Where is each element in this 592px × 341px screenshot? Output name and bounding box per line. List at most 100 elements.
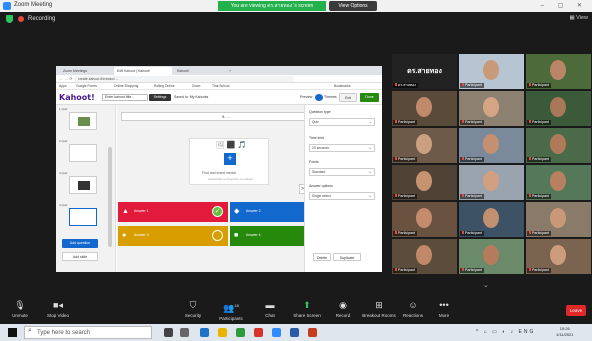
question-item[interactable]: 3 Quiz <box>59 171 107 194</box>
participant-tile[interactable]: Participant <box>526 54 591 89</box>
kahoot-title-input[interactable]: Enter kahoot title... <box>102 94 148 101</box>
leave-button[interactable]: Leave <box>566 305 586 316</box>
themes-icon[interactable] <box>315 94 323 101</box>
shield-icon[interactable] <box>6 15 13 23</box>
question-thumbnail[interactable] <box>69 176 97 194</box>
question-thumbnail[interactable] <box>69 112 97 130</box>
security-button[interactable]: ⛉ Security <box>173 300 213 318</box>
participant-tile[interactable]: Participant <box>526 91 591 126</box>
question-list-scrollbar[interactable] <box>108 147 112 247</box>
browser-tab[interactable]: Edit Kahoot | Kahoot! <box>114 67 172 75</box>
done-button[interactable]: Done <box>360 93 379 102</box>
more-button[interactable]: ••• More <box>424 300 464 318</box>
participant-tile[interactable]: Participant <box>392 91 457 126</box>
browser-tab[interactable]: Zoom Meetings <box>60 67 112 75</box>
time-limit-label: Time limit <box>309 136 324 140</box>
participant-tile[interactable]: Participant <box>459 239 524 274</box>
cortana-icon[interactable] <box>164 328 173 337</box>
add-question-button[interactable]: Add question <box>62 239 98 248</box>
participant-tile[interactable]: Participant <box>459 165 524 200</box>
participant-tile[interactable]: Participant <box>526 202 591 237</box>
word-icon[interactable] <box>290 328 299 337</box>
record-button[interactable]: ◉ Record <box>323 300 363 318</box>
bookmark[interactable]: Online Shopping <box>114 84 138 88</box>
correct-answer-toggle[interactable] <box>212 230 223 241</box>
nav-arrows-icon[interactable]: ← → ⟳ <box>59 76 73 81</box>
window-controls[interactable]: – ▢ ✕ <box>541 2 588 9</box>
taskbar-clock[interactable]: 10:26 1/11/2021 <box>556 326 574 338</box>
exit-button[interactable]: Exit <box>339 93 357 102</box>
windows-start-icon[interactable] <box>8 328 17 337</box>
stop-video-button[interactable]: ■◂ Stop Video <box>38 300 78 318</box>
participant-tile[interactable]: Participant <box>459 128 524 163</box>
participants-button[interactable]: 👥18 Participants <box>211 300 251 321</box>
powerpoint-icon[interactable] <box>308 328 317 337</box>
duplicate-question-button[interactable]: Duplicate <box>333 253 361 261</box>
answer-text[interactable]: Answer 2 <box>246 209 261 213</box>
answer-option[interactable]: ● Answer 3 <box>118 226 228 246</box>
taskbar-search-input[interactable]: Type here to search <box>24 326 152 339</box>
question-item[interactable]: 4 Quiz <box>59 203 107 226</box>
themes-label[interactable]: Themes <box>324 95 337 99</box>
question-item[interactable]: 1 Quiz <box>59 107 107 130</box>
chat-button[interactable]: ▬ Chat <box>250 300 290 318</box>
points-select[interactable]: Standard ⌄ <box>309 168 375 176</box>
thumbnail-image <box>78 117 90 126</box>
kahoot-logo[interactable]: Kahoot! <box>59 93 95 102</box>
view-options-button[interactable]: View Options <box>329 1 377 11</box>
bookmark[interactable]: Thai School <box>212 84 229 88</box>
answer-options-select[interactable]: Single select ⌄ <box>309 192 375 200</box>
answer-option[interactable]: ▲ Answer 1 ✓ <box>118 202 228 222</box>
delete-question-button[interactable]: Delete <box>313 253 331 261</box>
chrome-icon[interactable] <box>236 328 245 337</box>
participant-tile[interactable]: Participant <box>526 128 591 163</box>
participant-video <box>483 97 499 117</box>
time-limit-select[interactable]: 20 seconds ⌄ <box>309 144 375 152</box>
participant-tile[interactable]: Participant <box>392 165 457 200</box>
share-screen-button[interactable]: ⬆ Share Screen <box>287 300 327 318</box>
bookmark[interactable]: Apps <box>59 84 67 88</box>
bookmark[interactable]: Zoom <box>192 84 200 88</box>
participant-tile[interactable]: Participant <box>392 202 457 237</box>
new-tab-button[interactable]: + <box>226 67 236 75</box>
preview-button[interactable]: Preview <box>300 95 312 99</box>
answer-text[interactable]: Answer 4 <box>246 233 261 237</box>
participant-tile[interactable]: Participant <box>526 239 591 274</box>
settings-button[interactable]: Settings <box>149 94 171 101</box>
answer-text[interactable]: Answer 1 <box>134 209 149 213</box>
question-item[interactable]: 2 Quiz <box>59 139 107 162</box>
bookmark[interactable]: Rolling Online <box>154 84 175 88</box>
participant-tile[interactable]: Participant <box>526 165 591 200</box>
participant-tile[interactable]: Participant <box>392 128 457 163</box>
participant-tile[interactable]: Participant <box>392 239 457 274</box>
correct-answer-toggle[interactable]: ✓ <box>212 206 223 217</box>
participant-tile[interactable]: Participant <box>459 91 524 126</box>
question-text-input[interactable]: 5. ... <box>121 112 331 121</box>
view-button[interactable]: ▦ View <box>569 15 588 21</box>
participant-tile[interactable]: ดร.สายทอง ดร.สายทอง <box>392 54 457 89</box>
browser-tab[interactable]: Kahoot! <box>174 67 224 75</box>
participant-tile[interactable]: Participant <box>459 202 524 237</box>
bookmark[interactable]: Google Forms <box>76 84 97 88</box>
shared-screen[interactable]: Zoom Meetings Edit Kahoot | Kahoot! Kaho… <box>56 66 382 272</box>
chrome-icon[interactable] <box>254 328 263 337</box>
participant-name: Participant <box>460 194 484 199</box>
participant-tile[interactable]: Participant <box>459 54 524 89</box>
system-tray[interactable]: ^ ⌂ ▭ ◐ ♪ ENG <box>476 329 535 335</box>
file-explorer-icon[interactable] <box>218 328 227 337</box>
thumbnail-image <box>78 181 90 190</box>
address-bar[interactable]: create.kahoot.it/creator/… <box>74 76 294 82</box>
question-type-select[interactable]: Quiz ⌄ <box>309 118 375 126</box>
unmute-button[interactable]: 🎙 Unmute <box>0 300 40 318</box>
task-view-icon[interactable] <box>180 328 189 337</box>
gallery-chevron-down-icon[interactable]: ⌄ <box>483 281 489 289</box>
question-thumbnail[interactable] <box>69 208 97 226</box>
bookmark[interactable]: Bookmarks <box>334 84 351 88</box>
media-upload-area[interactable]: 🖼 ⬛ 🎵 + Find and insert media Upload fil… <box>189 138 269 185</box>
edge-icon[interactable] <box>200 328 209 337</box>
question-thumbnail[interactable] <box>69 144 97 162</box>
add-slide-button[interactable]: Add slide <box>62 252 98 261</box>
zoom-taskbar-icon[interactable] <box>272 328 281 337</box>
answer-text[interactable]: Answer 3 <box>134 233 149 237</box>
add-media-button[interactable]: + <box>224 153 236 165</box>
